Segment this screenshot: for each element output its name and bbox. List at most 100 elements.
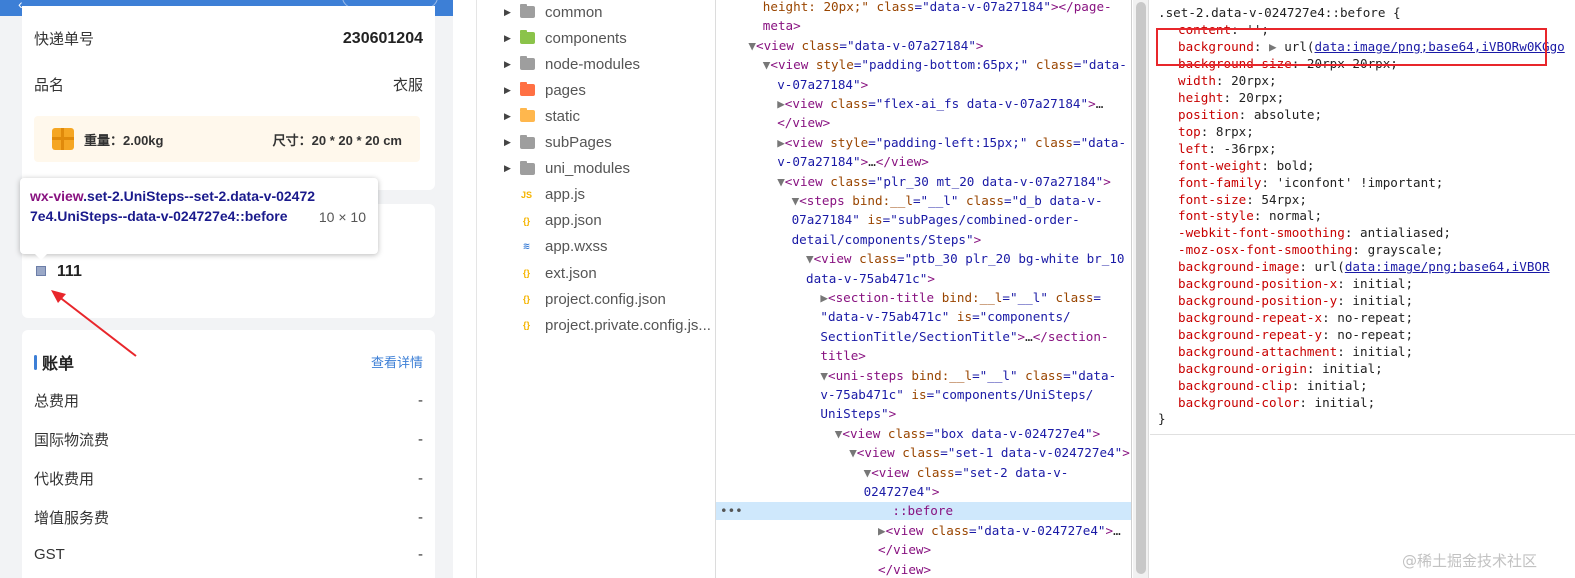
dom-node-line[interactable]: v-07a27184">…</view> xyxy=(716,153,1131,171)
file-tree-file[interactable]: ≋ app.wxss xyxy=(477,236,608,258)
dom-node-line[interactable]: 024727e4"> xyxy=(716,483,1131,501)
folder-icon xyxy=(520,134,535,149)
section-accent-bar xyxy=(34,354,37,370)
style-declaration[interactable]: -moz-osx-font-smoothing: grayscale; xyxy=(1178,241,1443,258)
file-tree-file[interactable]: {} project.config.json xyxy=(477,288,666,310)
file-tree-folder[interactable]: ▶ uni_modules xyxy=(477,158,630,180)
dom-node-line[interactable]: ▶<view style="padding-left:15px;" class=… xyxy=(716,134,1131,152)
file-tree-label: static xyxy=(545,107,581,125)
dom-node-selected[interactable]: •••::before xyxy=(716,502,1131,520)
dom-node-line[interactable]: ▼<view class="box data-v-024727e4"> xyxy=(716,425,1131,443)
dom-node-line[interactable]: meta> xyxy=(716,17,1131,35)
dom-node-line[interactable]: ▼<view class="ptb_30 plr_20 bg-white br_… xyxy=(716,250,1131,268)
style-declaration[interactable]: background-attachment: initial; xyxy=(1178,343,1413,360)
style-declaration[interactable]: background-origin: initial; xyxy=(1178,360,1383,377)
dom-node-code: ::before xyxy=(892,503,954,519)
style-declaration[interactable]: font-weight: bold; xyxy=(1178,157,1315,174)
bill-row: 代收费用 - xyxy=(34,468,423,489)
dom-node-line[interactable]: v-07a27184"> xyxy=(716,76,1131,94)
tracking-label: 快递单号 xyxy=(34,31,95,48)
file-tree-folder[interactable]: ▶ static xyxy=(477,105,580,127)
dom-node-line[interactable]: SectionTitle/SectionTitle">…</section- xyxy=(716,328,1131,346)
dom-node-code: detail/components/Steps"> xyxy=(791,231,982,247)
file-tree-label: app.js xyxy=(545,186,586,204)
style-declaration[interactable]: font-style: normal; xyxy=(1178,207,1322,224)
dom-node-line[interactable]: ▶<view class="flex-ai_fs data-v-07a27184… xyxy=(716,95,1131,113)
dom-node-line[interactable]: </view> xyxy=(716,114,1131,132)
product-value: 衣服 xyxy=(392,77,423,94)
bill-row-value: - xyxy=(418,431,423,448)
dom-node-line[interactable]: ▼<uni-steps bind:__l="__l" class="data- xyxy=(716,367,1131,385)
folder-icon xyxy=(520,108,535,123)
style-declaration[interactable]: background-clip: initial; xyxy=(1178,377,1368,394)
dom-node-code: height: 20px;" class="data-v-07a27184"><… xyxy=(762,0,1112,14)
caret-right-icon[interactable]: ▶ xyxy=(504,7,512,18)
style-declaration[interactable]: background-color: initial; xyxy=(1178,394,1375,411)
dom-node-line[interactable]: ▼<view style="padding-bottom:65px;" clas… xyxy=(716,56,1131,74)
node-menu-dots-icon[interactable]: ••• xyxy=(720,502,743,520)
file-tree-label: uni_modules xyxy=(545,160,631,178)
dom-node-line[interactable]: title> xyxy=(716,347,1131,365)
file-tree-folder[interactable]: ▶ pages xyxy=(477,79,586,101)
dom-node-code: ▼<steps bind:__l="__l" class="d_b data-v… xyxy=(791,193,1103,208)
file-tree-folder[interactable]: ▶ common xyxy=(477,1,603,23)
caret-right-icon[interactable]: ▶ xyxy=(504,59,512,70)
dom-node-line[interactable]: ▼<view class="plr_30 mt_20 data-v-07a271… xyxy=(716,173,1131,191)
file-tree-label: app.json xyxy=(545,212,602,230)
elements-scrollbar[interactable] xyxy=(1133,0,1149,578)
dom-node-code: ▶<view style="padding-left:15px;" class=… xyxy=(777,134,1127,150)
dom-node-code: ▼<view class="ptb_30 plr_20 bg-white br_… xyxy=(806,251,1125,267)
dom-node-line[interactable]: </view> xyxy=(716,541,1131,559)
dom-node-line[interactable]: ▶<view class="data-v-024727e4">… xyxy=(716,522,1131,540)
dom-node-line[interactable]: UniSteps"> xyxy=(716,405,1131,423)
caret-right-icon[interactable]: ▶ xyxy=(504,85,512,96)
style-declaration[interactable]: font-family: 'iconfont' !important; xyxy=(1178,174,1443,191)
dom-node-line[interactable]: "data-v-75ab471c" is="components/ xyxy=(716,308,1131,326)
dom-node-line[interactable]: ▼<view class="set-1 data-v-024727e4"> xyxy=(716,444,1131,462)
style-declaration[interactable]: position: absolute; xyxy=(1178,106,1322,123)
style-declaration[interactable]: background-repeat-y: no-repeat; xyxy=(1178,326,1413,343)
caret-right-icon[interactable]: ▶ xyxy=(504,111,512,122)
folder-icon xyxy=(520,82,535,97)
dom-node-line[interactable]: height: 20px;" class="data-v-07a27184"><… xyxy=(716,0,1131,16)
file-tree-folder[interactable]: ▶ subPages xyxy=(477,132,612,154)
view-details-link[interactable]: 查看详情 xyxy=(371,352,423,371)
style-declaration[interactable]: font-size: 54rpx; xyxy=(1178,191,1307,208)
scrollbar-thumb[interactable] xyxy=(1136,2,1146,574)
style-declaration[interactable]: height: 20rpx; xyxy=(1178,89,1284,106)
file-tree-file[interactable]: JS app.js xyxy=(477,184,585,206)
tooltip-tag: wx-view xyxy=(30,188,84,204)
style-declaration[interactable]: width: 20rpx; xyxy=(1178,72,1277,89)
file-tree-file[interactable]: {} project.private.config.js... xyxy=(477,314,711,336)
file-tree-folder[interactable]: ▶ components xyxy=(477,27,627,49)
product-row: 品名 衣服 xyxy=(34,74,423,95)
style-declaration[interactable]: left: -36rpx; xyxy=(1178,140,1277,157)
file-tree-file[interactable]: {} ext.json xyxy=(477,262,597,284)
dom-node-code: </view> xyxy=(777,115,831,131)
dom-node-line[interactable]: detail/components/Steps"> xyxy=(716,231,1131,249)
caret-right-icon[interactable]: ▶ xyxy=(504,137,512,148)
style-declaration[interactable]: background-repeat-x: no-repeat; xyxy=(1178,309,1413,326)
dom-node-line[interactable]: ▼<steps bind:__l="__l" class="d_b data-v… xyxy=(716,192,1131,210)
caret-right-icon[interactable]: ▶ xyxy=(504,33,512,44)
dom-node-line[interactable]: ▼<view class="data-v-07a27184"> xyxy=(716,37,1131,55)
caret-right-icon[interactable]: ▶ xyxy=(504,163,512,174)
file-tree-file[interactable]: {} app.json xyxy=(477,210,602,232)
file-tree-folder[interactable]: ▶ node-modules xyxy=(477,53,640,75)
style-declaration[interactable]: background-image: url(data:image/png;bas… xyxy=(1178,258,1550,275)
dom-node-line[interactable]: ▼<view class="set-2 data-v- xyxy=(716,464,1131,482)
dom-node-line[interactable]: 07a27184" is="subPages/combined-order- xyxy=(716,211,1131,229)
dom-node-line[interactable]: ▶<section-title bind:__l="__l" class= xyxy=(716,289,1131,307)
style-rule-selector[interactable]: .set-2.data-v-024727e4::before { xyxy=(1158,4,1401,21)
dom-node-line[interactable]: v-75ab471c" is="components/UniSteps/ xyxy=(716,386,1131,404)
styles-panel: .set-2.data-v-024727e4::before { } conte… xyxy=(1150,0,1575,578)
style-declaration[interactable]: background-position-y: initial; xyxy=(1178,292,1413,309)
style-declaration[interactable]: top: 8rpx; xyxy=(1178,123,1254,140)
dom-node-line[interactable]: data-v-75ab471c"> xyxy=(716,270,1131,288)
style-declaration[interactable]: background-position-x: initial; xyxy=(1178,275,1413,292)
dom-node-line[interactable]: </view> xyxy=(716,561,1131,578)
step-before-marker[interactable] xyxy=(36,266,46,276)
tracking-value: 230601204 xyxy=(342,29,423,47)
style-declaration[interactable]: -webkit-font-smoothing: antialiased; xyxy=(1178,224,1451,241)
dom-node-code: 024727e4"> xyxy=(863,484,940,499)
